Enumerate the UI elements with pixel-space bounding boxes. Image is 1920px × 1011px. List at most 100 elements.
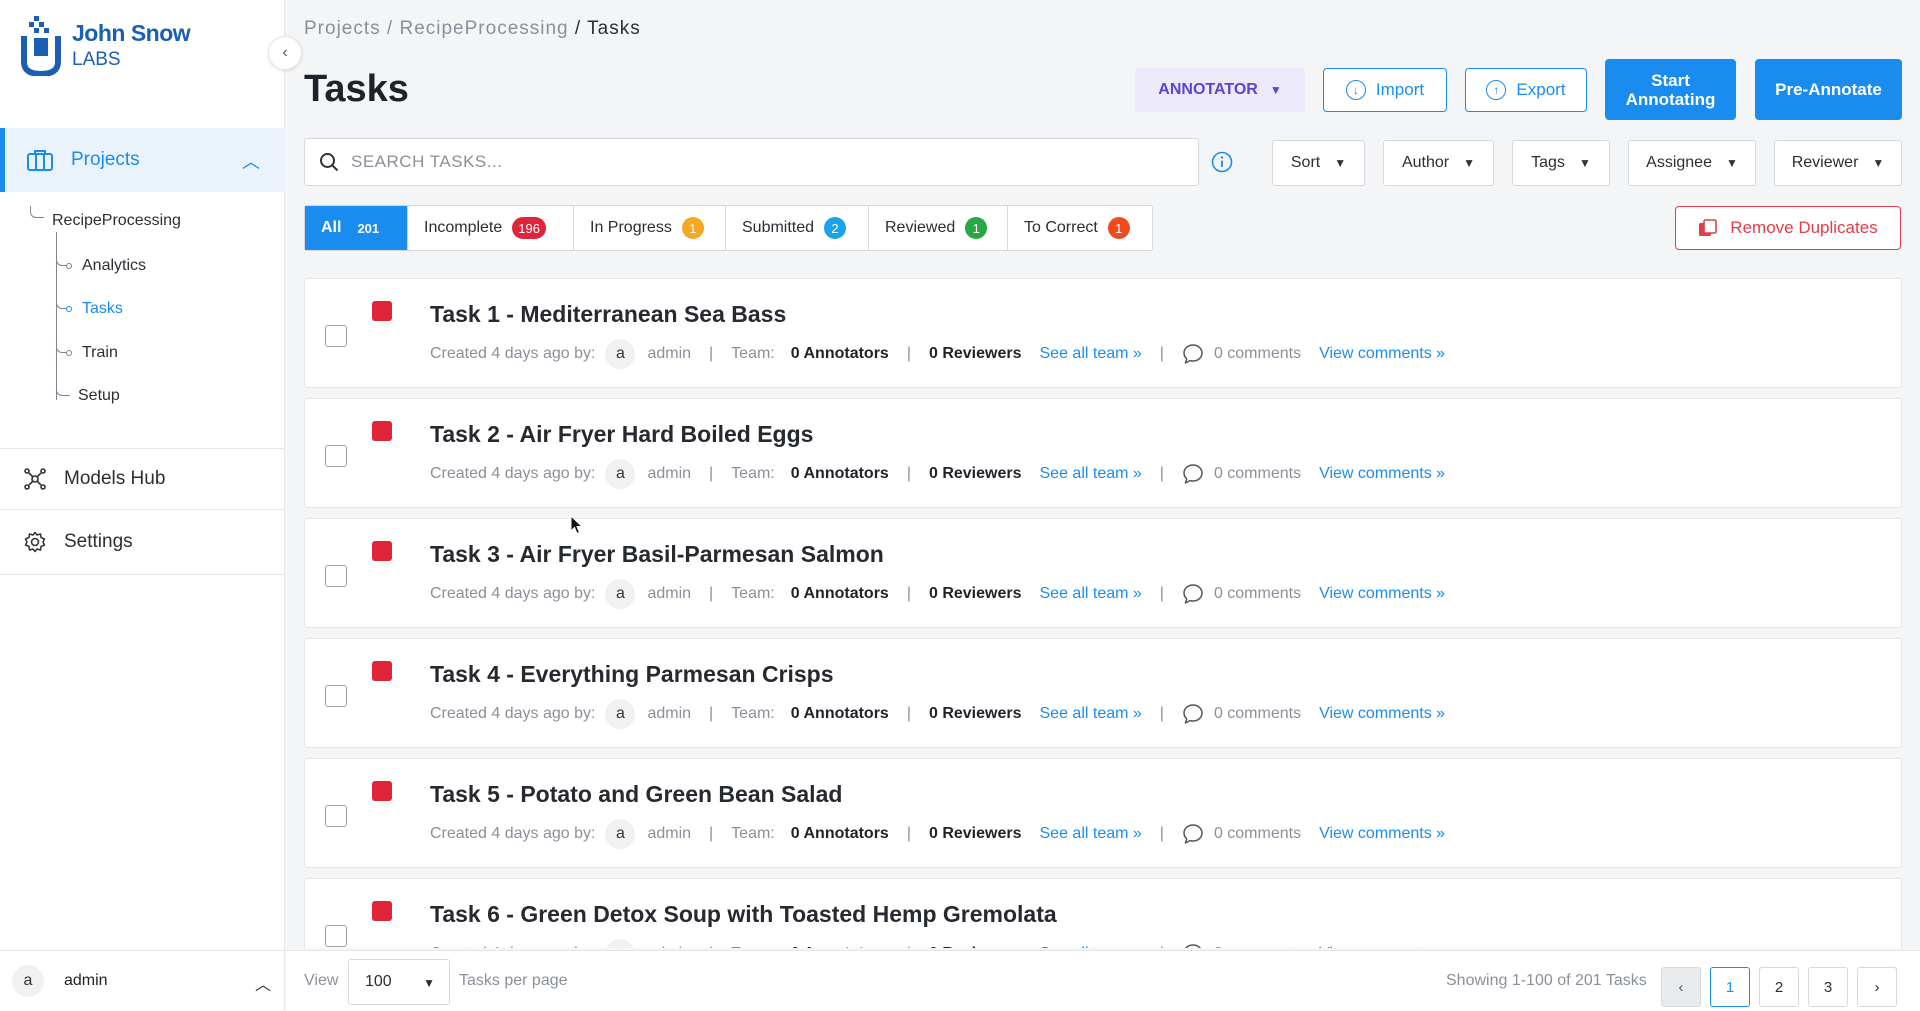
sidebar-item-projects[interactable]: Projects ︿ — [0, 128, 285, 192]
see-all-team-link[interactable]: See all team » — [1040, 945, 1142, 948]
per-page-value: 100 — [365, 973, 392, 990]
breadcrumb-project[interactable]: RecipeProcessing — [399, 18, 568, 39]
task-card[interactable]: Task 2 - Air Fryer Hard Boiled Eggs Crea… — [304, 398, 1902, 508]
tab-in-progress[interactable]: In Progress 1 — [574, 206, 726, 250]
pre-annotate-button[interactable]: Pre-Annotate — [1755, 59, 1902, 120]
comment-icon — [1183, 584, 1203, 604]
chevron-down-icon: ▼ — [1463, 156, 1476, 170]
task-meta: Created 4 days ago by: a admin | Team: 0… — [430, 699, 1445, 729]
task-checkbox[interactable] — [325, 805, 347, 827]
task-title[interactable]: Task 1 - Mediterranean Sea Bass — [430, 301, 786, 328]
duplicate-icon — [1699, 219, 1718, 236]
tab-label: In Progress — [590, 219, 672, 236]
task-checkbox[interactable] — [325, 565, 347, 587]
tab-label: To Correct — [1024, 219, 1098, 236]
start-annotating-button[interactable]: Start Annotating — [1605, 59, 1736, 120]
chevron-down-icon: ▼ — [1725, 156, 1738, 170]
task-checkbox[interactable] — [325, 925, 347, 947]
team-label: Team: — [731, 345, 775, 362]
see-all-team-link[interactable]: See all team » — [1040, 465, 1142, 483]
avatar: a — [12, 965, 44, 997]
import-button[interactable]: ↓ Import — [1323, 68, 1447, 112]
view-comments-link[interactable]: View comments » — [1319, 345, 1445, 363]
tab-reviewed[interactable]: Reviewed 1 — [869, 206, 1008, 250]
sidebar-item-train[interactable]: Train — [82, 344, 118, 362]
task-card[interactable]: Task 5 - Potato and Green Bean Salad Cre… — [304, 758, 1902, 868]
page-3-button[interactable]: 3 — [1808, 967, 1848, 1007]
prev-page-button[interactable]: ‹ — [1661, 967, 1701, 1007]
export-button[interactable]: ↑ Export — [1465, 68, 1587, 112]
tab-label: Incomplete — [424, 219, 503, 236]
tab-submitted[interactable]: Submitted 2 — [726, 206, 869, 250]
tab-to-correct[interactable]: To Correct 1 — [1008, 206, 1152, 250]
sidebar-item-setup[interactable]: Setup — [78, 387, 120, 405]
team-label: Team: — [731, 465, 775, 482]
task-checkbox[interactable] — [325, 685, 347, 707]
view-comments-link[interactable]: View comments » — [1319, 585, 1445, 603]
task-title[interactable]: Task 4 - Everything Parmesan Crisps — [430, 661, 834, 688]
sidebar-item-models-hub[interactable]: Models Hub — [0, 451, 285, 507]
view-comments-link[interactable]: View comments » — [1319, 465, 1445, 483]
breadcrumb-separator: / — [386, 18, 400, 39]
info-icon[interactable] — [1211, 151, 1233, 173]
comments-count: 0 comments — [1213, 465, 1302, 482]
author-dropdown[interactable]: Author ▼ — [1383, 140, 1494, 186]
logo-subtitle: LABS — [72, 49, 121, 70]
reviewers-count: 0 Reviewers — [928, 585, 1022, 602]
sidebar-item-settings[interactable]: Settings — [0, 514, 285, 570]
role-dropdown[interactable]: ANNOTATOR ▼ — [1135, 68, 1305, 112]
see-all-team-link[interactable]: See all team » — [1040, 345, 1142, 363]
page-2-button[interactable]: 2 — [1759, 967, 1799, 1007]
sidebar-item-tasks[interactable]: Tasks — [82, 300, 123, 318]
export-label: Export — [1516, 80, 1566, 99]
task-card[interactable]: Task 3 - Air Fryer Basil-Parmesan Salmon… — [304, 518, 1902, 628]
see-all-team-link[interactable]: See all team » — [1040, 825, 1142, 843]
tags-dropdown[interactable]: Tags ▼ — [1512, 140, 1610, 186]
task-title[interactable]: Task 2 - Air Fryer Hard Boiled Eggs — [430, 421, 813, 448]
per-page-label: Tasks per page — [459, 972, 568, 989]
reviewer-dropdown[interactable]: Reviewer ▼ — [1774, 140, 1902, 186]
user-menu[interactable]: a admin ︿ — [0, 950, 285, 1011]
tree-dot — [66, 263, 72, 269]
logo-title: John Snow — [72, 20, 191, 46]
see-all-team-link[interactable]: See all team » — [1040, 585, 1142, 603]
status-tabs: All 201 Incomplete 196 In Progress 1 Sub… — [304, 205, 1153, 251]
tab-incomplete[interactable]: Incomplete 196 — [408, 206, 574, 250]
collapse-sidebar-button[interactable]: ‹ — [268, 36, 302, 70]
sort-dropdown[interactable]: Sort ▼ — [1272, 140, 1365, 186]
task-card[interactable]: Task 1 - Mediterranean Sea Bass Created … — [304, 278, 1902, 388]
author-name: admin — [647, 945, 691, 948]
task-card[interactable]: Task 4 - Everything Parmesan Crisps Crea… — [304, 638, 1902, 748]
count-badge: 1 — [1107, 217, 1130, 239]
view-comments-link[interactable]: View comments » — [1319, 825, 1445, 843]
logo[interactable]: John Snow LABS — [20, 14, 191, 76]
page-1-button[interactable]: 1 — [1710, 967, 1750, 1007]
view-comments-link[interactable]: View comments » — [1319, 705, 1445, 723]
per-page-select[interactable]: 100 ▼ — [348, 959, 450, 1005]
breadcrumb-projects[interactable]: Projects — [304, 18, 381, 39]
task-checkbox[interactable] — [325, 325, 347, 347]
sidebar-item-recipeprocessing[interactable]: RecipeProcessing — [52, 212, 181, 230]
projects-icon — [27, 150, 53, 171]
task-meta: Created 4 days ago by: a admin | Team: 0… — [430, 939, 1445, 948]
task-card[interactable]: Task 6 - Green Detox Soup with Toasted H… — [304, 878, 1902, 948]
assignee-dropdown[interactable]: Assignee ▼ — [1628, 140, 1756, 186]
tab-all[interactable]: All 201 — [305, 206, 408, 250]
chevron-down-icon: ▼ — [423, 976, 435, 990]
task-title[interactable]: Task 6 - Green Detox Soup with Toasted H… — [430, 901, 1057, 928]
remove-duplicates-button[interactable]: Remove Duplicates — [1675, 206, 1901, 250]
task-title[interactable]: Task 5 - Potato and Green Bean Salad — [430, 781, 842, 808]
task-title[interactable]: Task 3 - Air Fryer Basil-Parmesan Salmon — [430, 541, 884, 568]
see-all-team-link[interactable]: See all team » — [1040, 705, 1142, 723]
priority-flag-icon — [372, 421, 392, 441]
task-checkbox[interactable] — [325, 445, 347, 467]
avatar: a — [605, 579, 636, 609]
sidebar-item-analytics[interactable]: Analytics — [82, 257, 146, 275]
annotators-count: 0 Annotators — [790, 585, 889, 602]
separator: | — [1160, 945, 1164, 948]
search-input[interactable] — [351, 152, 1171, 172]
next-page-button[interactable]: › — [1857, 967, 1897, 1007]
view-comments-link[interactable]: View comments » — [1319, 945, 1445, 948]
author-name: admin — [647, 345, 692, 362]
separator: | — [709, 825, 714, 842]
